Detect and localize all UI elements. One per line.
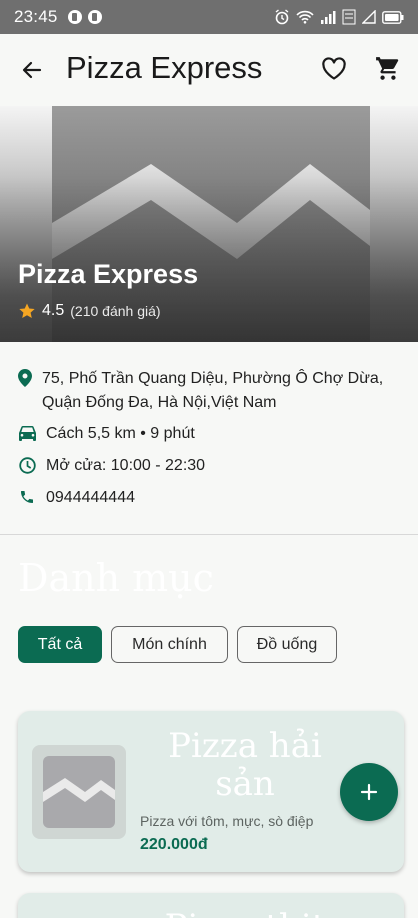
restaurant-hero: Pizza Express 4.5 (210 đánh giá)	[0, 106, 418, 342]
chip-drinks[interactable]: Đồ uống	[237, 626, 337, 663]
restaurant-rating: 4.5 (210 đánh giá)	[18, 302, 161, 320]
favorite-button[interactable]	[319, 54, 349, 84]
hours-row: Mở cửa: 10:00 - 22:30	[18, 454, 205, 478]
chip-all[interactable]: Tất cả	[18, 626, 102, 663]
phone-number[interactable]: 0944444444	[46, 486, 135, 510]
item-name: Pizza thịt	[140, 907, 350, 918]
chip-main-dishes[interactable]: Món chính	[111, 626, 228, 663]
volte-icon	[342, 9, 356, 25]
page-title: Pizza Express	[66, 50, 263, 85]
clock-icon	[18, 455, 36, 475]
app-notification-icon	[87, 10, 102, 24]
wifi-icon	[296, 10, 314, 24]
signal-icon	[321, 11, 336, 24]
arrow-back-icon	[22, 61, 42, 79]
phone-icon	[18, 487, 36, 507]
star-icon	[19, 303, 35, 318]
battery-icon	[382, 10, 404, 24]
location-pin-icon	[18, 368, 32, 388]
rating-value: 4.5	[42, 302, 65, 319]
rating-count: (210 đánh giá)	[70, 303, 161, 319]
signal-empty-icon	[362, 10, 376, 24]
car-icon	[18, 423, 36, 443]
cart-button[interactable]	[373, 54, 403, 84]
restaurant-name: Pizza Express	[18, 259, 199, 289]
item-image	[32, 745, 126, 839]
app-notification-icon	[67, 10, 82, 24]
address-row: 75, Phố Trần Quang Diệu, Phường Ô Chợ Dừ…	[18, 367, 408, 415]
back-button[interactable]	[18, 56, 46, 84]
heart-icon	[322, 57, 346, 80]
plus-icon	[360, 783, 378, 801]
item-description: Pizza với tôm, mực, sò điệp	[140, 813, 314, 829]
divider	[0, 534, 418, 535]
opening-hours-text: Mở cửa: 10:00 - 22:30	[46, 457, 206, 474]
menu-item-card[interactable]: Pizza hải sản Pizza với tôm, mực, sò điệ…	[18, 711, 404, 872]
category-section-title: Danh mục	[18, 556, 214, 600]
alarm-icon	[275, 9, 289, 25]
item-name: Pizza hải sản	[168, 726, 322, 804]
system-icons	[274, 9, 404, 25]
distance-row: Cách 5,5 km • 9 phút	[18, 422, 195, 446]
add-to-cart-button[interactable]	[340, 763, 398, 821]
address-text: 75, Phố Trần Quang Diệu, Phường Ô Chợ Dừ…	[42, 370, 384, 411]
notification-icons	[67, 10, 102, 24]
shopping-cart-icon	[376, 57, 399, 80]
status-bar: 23:45	[0, 0, 418, 34]
app-bar: Pizza Express	[0, 34, 418, 106]
item-price: 220.000đ	[140, 836, 208, 853]
phone-row[interactable]: 0944444444	[18, 486, 135, 510]
menu-item-card[interactable]: Pizza thịt	[18, 893, 404, 918]
image-placeholder-icon	[43, 756, 115, 828]
status-time: 23:45	[14, 7, 58, 26]
distance-text: Cách 5,5 km • 9 phút	[46, 425, 195, 442]
